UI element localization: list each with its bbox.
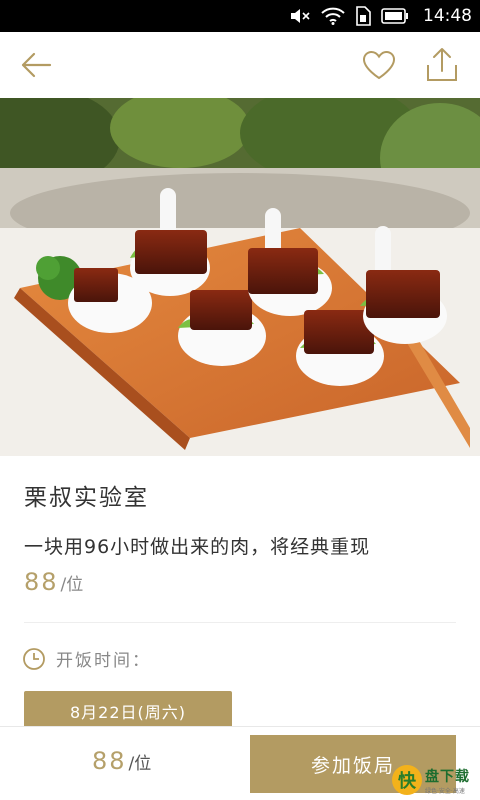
- favorite-button[interactable]: [360, 46, 398, 84]
- watermark-name: 盘下载: [425, 768, 470, 785]
- watermark-text: 盘下载 绿色·安全·高速: [425, 766, 470, 795]
- date-option[interactable]: 8月22日(周六): [24, 691, 232, 731]
- watermark-slogan: 绿色·安全·高速: [425, 787, 465, 795]
- price-row: 88 /位: [24, 568, 83, 596]
- share-icon: [427, 48, 457, 81]
- status-bar: 14:48: [0, 0, 480, 32]
- dish-photo: [0, 98, 480, 456]
- event-info: 栗叔实验室 一块用96小时做出来的肉，将经典重现: [24, 478, 456, 559]
- status-time: 14:48: [423, 6, 472, 26]
- meal-time-row: 开饭时间：: [22, 646, 151, 671]
- heart-icon: [362, 50, 396, 80]
- battery-icon: [381, 7, 409, 25]
- top-bar: [0, 32, 480, 98]
- share-button[interactable]: [423, 46, 461, 84]
- bottom-price-value: 88: [92, 747, 127, 775]
- event-description: 一块用96小时做出来的肉，将经典重现: [24, 536, 371, 558]
- meal-time-label: 开饭时间：: [56, 651, 151, 671]
- back-button[interactable]: [17, 46, 55, 84]
- mute-icon: [289, 7, 311, 25]
- event-price-unit: /位: [60, 575, 84, 595]
- wifi-icon: [321, 7, 345, 25]
- event-price: 88: [24, 568, 59, 596]
- event-title: 栗叔实验室: [24, 485, 149, 511]
- divider: [24, 622, 456, 623]
- watermark-mark: 快: [392, 765, 422, 795]
- bottom-price: 88 /位: [92, 747, 151, 775]
- watermark-logo: 快 盘下载 绿色·安全·高速: [392, 762, 478, 798]
- bottom-price-unit: /位: [128, 754, 152, 774]
- sim-icon: [355, 6, 371, 26]
- clock-icon: [23, 647, 45, 670]
- back-arrow-icon: [21, 52, 52, 78]
